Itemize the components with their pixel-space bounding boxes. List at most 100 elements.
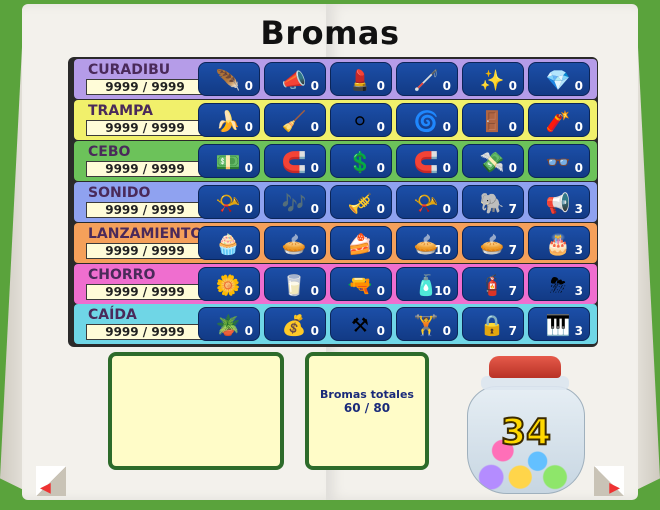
gag-slot[interactable]: ⚒ 0 <box>330 307 392 342</box>
gag-slot[interactable]: 🥧 10 <box>396 225 458 260</box>
foghorn-icon: 📢 <box>545 190 571 215</box>
track-experience: 9999 / 9999 <box>86 324 204 341</box>
gag-slot[interactable]: 🌼 0 <box>198 266 260 301</box>
track-experience: 9999 / 9999 <box>86 242 204 259</box>
gag-count: 0 <box>574 119 583 134</box>
gag-slot[interactable]: 🧹 0 <box>264 102 326 137</box>
gag-count: 7 <box>508 242 517 257</box>
gag-count: 7 <box>508 283 517 298</box>
gag-slot[interactable]: 🧴 10 <box>396 266 458 301</box>
track-experience: 9999 / 9999 <box>86 79 204 95</box>
gag-slot[interactable]: 🧲 0 <box>264 143 326 178</box>
track-experience: 9999 / 9999 <box>86 160 204 177</box>
gag-slot[interactable]: 🧁 0 <box>198 225 260 260</box>
gag-slot[interactable]: 🎺 0 <box>330 184 392 219</box>
gag-count: 0 <box>244 324 253 339</box>
gag-slot[interactable]: 🎶 0 <box>264 184 326 219</box>
gag-slot[interactable]: 🌀 0 <box>396 102 458 137</box>
track-name: SONIDO <box>88 184 151 201</box>
gag-slot[interactable]: 🍰 0 <box>330 225 392 260</box>
gag-slot[interactable]: 🚪 0 <box>462 102 524 137</box>
gems-icon: 💎 <box>545 68 571 92</box>
big-magnet-icon: 🧲 <box>413 149 439 174</box>
gag-slot[interactable]: 💸 0 <box>462 143 524 178</box>
gag-slot[interactable]: 💲 0 <box>330 143 392 178</box>
gag-count: 0 <box>442 160 451 175</box>
gag-slot[interactable]: 💎 0 <box>528 62 590 96</box>
gag-count: 0 <box>244 119 253 134</box>
gag-slot[interactable]: 💰 0 <box>264 307 326 342</box>
gag-slot[interactable]: 🦯 0 <box>396 62 458 96</box>
gag-slot[interactable]: 🧯 7 <box>462 266 524 301</box>
gag-count: 3 <box>574 201 583 216</box>
gag-slot[interactable]: 💄 0 <box>330 62 392 96</box>
lipstick-icon: 💄 <box>347 68 373 92</box>
dynamite-icon: 🧨 <box>545 108 571 133</box>
gag-slot[interactable]: 🔒 7 <box>462 307 524 342</box>
gag-slot[interactable]: 🧨 0 <box>528 102 590 137</box>
gag-count: 0 <box>376 119 385 134</box>
gag-count: 7 <box>508 201 517 216</box>
track-name: TRAMPA <box>88 102 153 119</box>
gag-count: 0 <box>376 283 385 298</box>
gag-slot[interactable]: 📯 0 <box>396 184 458 219</box>
gag-slot[interactable]: 🎹 3 <box>528 307 590 342</box>
gag-slot[interactable]: 🥧 7 <box>462 225 524 260</box>
gag-slot[interactable]: 🧲 0 <box>396 143 458 178</box>
gag-slot[interactable]: 🥧 0 <box>264 225 326 260</box>
squirt-gun-icon: 🔫 <box>347 272 373 297</box>
gag-count: 7 <box>508 324 517 339</box>
fire-hose-icon: 🧯 <box>479 272 505 297</box>
aoogah-icon: 📯 <box>413 190 439 215</box>
gag-count: 0 <box>310 242 319 257</box>
gag-count: 0 <box>508 160 517 175</box>
jar-neck <box>481 376 569 390</box>
gag-slot[interactable]: 💵 0 <box>198 143 260 178</box>
gag-count: 0 <box>244 201 253 216</box>
weight-icon: 🏋 <box>413 313 439 338</box>
page-title: Bromas <box>260 14 400 52</box>
gag-slot[interactable]: ⚪ 0 <box>330 102 392 137</box>
rake-icon: 🧹 <box>281 108 307 133</box>
gag-track-row: CURADIBU 9999 / 9999 🪶 0 📣 0 💄 0 🦯 0 ✨ 0 💎 0 <box>74 59 597 99</box>
pie-slice-icon: 🥧 <box>281 231 307 256</box>
jellybean-jar: 34 <box>463 352 589 497</box>
gag-count: 0 <box>244 242 253 257</box>
gag-track-row: LANZAMIENTO 9999 / 9999 🧁 0 🥧 0 🍰 0 🥧 10 🥧 7 🎂 3 <box>74 222 597 263</box>
totals-label: Bromas totales <box>320 388 414 401</box>
gag-slot[interactable]: 🔫 0 <box>330 266 392 301</box>
totals-box: Bromas totales 60 / 80 <box>305 352 429 470</box>
gag-slot[interactable]: 🥛 0 <box>264 266 326 301</box>
gag-slot[interactable]: 🪴 0 <box>198 307 260 342</box>
gag-slot[interactable]: 📣 0 <box>264 62 326 96</box>
elephant-trunk-icon: 🐘 <box>479 190 505 215</box>
cupcake-icon: 🧁 <box>215 231 241 256</box>
money-icon: 💵 <box>215 149 241 174</box>
gag-track-row: TRAMPA 9999 / 9999 🍌 0 🧹 0 ⚪ 0 🌀 0 🚪 0 🧨 0 <box>74 99 597 140</box>
gag-count: 0 <box>574 160 583 175</box>
gag-slot[interactable]: 🎂 3 <box>528 225 590 260</box>
gag-slot[interactable]: 📢 3 <box>528 184 590 219</box>
next-page-arrow-icon[interactable]: ▶ <box>609 480 620 496</box>
cash-hook-icon: 💸 <box>479 149 505 174</box>
gag-detail-box <box>108 352 284 470</box>
gag-slot[interactable]: 🏋 0 <box>396 307 458 342</box>
whole-pie-icon: 🥧 <box>479 231 505 256</box>
track-experience: 9999 / 9999 <box>86 201 204 218</box>
gag-slot[interactable]: ⛈ 3 <box>528 266 590 301</box>
gag-count: 0 <box>442 119 451 134</box>
gag-slot[interactable]: 🍌 0 <box>198 102 260 137</box>
magnet-icon: 🧲 <box>281 149 307 174</box>
piano-icon: 🎹 <box>545 313 571 338</box>
gag-count: 0 <box>310 201 319 216</box>
gag-slot[interactable]: 🪶 0 <box>198 62 260 96</box>
gag-slot[interactable]: ✨ 0 <box>462 62 524 96</box>
track-name: CAÍDA <box>88 307 137 324</box>
gag-slot[interactable]: 👓 0 <box>528 143 590 178</box>
gag-count: 10 <box>434 283 451 298</box>
jellybean-count: 34 <box>500 411 552 454</box>
gag-count: 0 <box>310 160 319 175</box>
gag-slot[interactable]: 📯 0 <box>198 184 260 219</box>
gag-slot[interactable]: 🐘 7 <box>462 184 524 219</box>
prev-page-arrow-icon[interactable]: ◀ <box>40 480 51 496</box>
